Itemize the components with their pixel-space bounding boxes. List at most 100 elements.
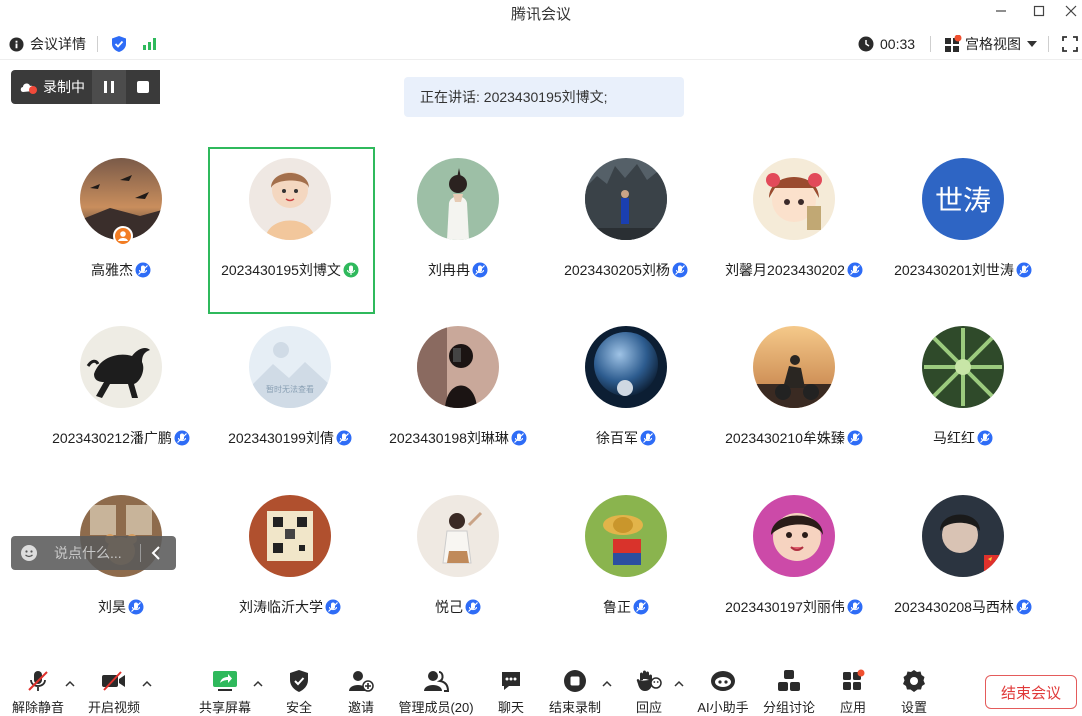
participant-tile[interactable]: 鲁正 — [542, 485, 710, 653]
react-button[interactable]: 回应 — [614, 668, 684, 716]
mic-muted-icon — [847, 430, 863, 446]
clock-icon — [858, 36, 874, 52]
recording-indicator: 录制中 — [11, 70, 161, 104]
participant-tile[interactable]: 2023430197刘丽伟 — [710, 485, 878, 653]
end-meeting-button[interactable]: 结束会议 — [985, 675, 1077, 709]
mic-muted-icon — [633, 599, 649, 615]
participant-name-row: 2023430195刘博文 — [196, 260, 384, 280]
start-video-button[interactable]: 开启视频 — [79, 668, 149, 716]
chat-label: 聊天 — [497, 700, 524, 715]
mic-muted-icon — [472, 262, 488, 278]
share-screen-button[interactable]: 共享屏幕 — [190, 668, 260, 716]
stop-recording-button[interactable] — [126, 70, 161, 104]
recording-options-caret-icon[interactable] — [601, 678, 613, 690]
end-recording-button[interactable]: 结束录制 — [540, 668, 610, 716]
minimize-icon[interactable] — [984, 0, 1018, 22]
participant-tile[interactable]: 刘冉冉 — [374, 148, 542, 316]
participant-tile[interactable]: 2023430212潘广鹏 — [37, 316, 205, 484]
react-label: 回应 — [635, 700, 662, 715]
participant-tile[interactable]: 刘涛临沂大学 — [206, 485, 374, 653]
view-mode-label: 宫格视图 — [965, 36, 1021, 52]
mic-muted-icon — [847, 599, 863, 615]
participant-tile[interactable]: 2023430195刘博文 — [206, 148, 374, 316]
invite-button[interactable]: 邀请 — [326, 668, 396, 716]
participant-tile[interactable]: 2023430210牟姝臻 — [710, 316, 878, 484]
ai-assistant-label: AI小助手 — [697, 700, 749, 715]
close-icon[interactable] — [1054, 0, 1082, 22]
meeting-info-bar: 会议详情 00:33 宫格视图 — [0, 28, 1082, 60]
timer-text: 00:33 — [880, 36, 916, 52]
participant-tile[interactable]: 马红红 — [879, 316, 1047, 484]
chat-quick-input[interactable]: 说点什么... — [11, 536, 176, 570]
ai-assistant-button[interactable]: AI小助手 — [688, 668, 758, 716]
participant-name-row: 2023430197刘丽伟 — [700, 597, 888, 617]
avatar — [417, 158, 499, 240]
chat-button[interactable]: 聊天 — [476, 668, 546, 716]
fullscreen-icon[interactable] — [1062, 32, 1078, 56]
avatar-placeholder: 暂时无法查看 — [249, 326, 331, 408]
participant-name: 2023430198刘琳琳 — [389, 430, 509, 446]
share-options-caret-icon[interactable] — [252, 678, 264, 690]
meeting-details-label: 会议详情 — [30, 36, 86, 52]
camera-off-icon — [100, 668, 128, 693]
participant-tile[interactable]: 暂时无法查看 2023430199刘倩 — [206, 316, 374, 484]
participant-name-row: 悦己 — [364, 597, 552, 617]
mic-options-caret-icon[interactable] — [64, 678, 76, 690]
manage-members-label: 管理成员(20) — [398, 700, 474, 715]
unmute-button[interactable]: 解除静音 — [3, 668, 73, 716]
meeting-details-button[interactable]: 会议详情 — [9, 32, 86, 56]
members-icon — [422, 668, 450, 693]
avatar — [249, 495, 331, 577]
participant-name: 高雅杰 — [91, 262, 133, 278]
chat-placeholder[interactable]: 说点什么... — [54, 543, 134, 563]
security-button[interactable]: 安全 — [264, 668, 334, 716]
divider — [930, 36, 931, 52]
record-stop-icon — [561, 668, 589, 693]
participant-name-row: 2023430205刘杨 — [532, 260, 720, 280]
participant-tile[interactable]: 悦己 — [374, 485, 542, 653]
avatar — [585, 495, 667, 577]
mic-muted-icon — [465, 599, 481, 615]
apps-button[interactable]: 应用 — [818, 668, 888, 716]
view-mode-dropdown[interactable]: 宫格视图 — [944, 32, 1037, 56]
mic-muted-icon — [174, 430, 190, 446]
grid-view-icon — [944, 35, 962, 53]
participant-name-row: 2023430201刘世涛 — [869, 260, 1057, 280]
participant-name: 悦己 — [435, 599, 463, 615]
maximize-icon[interactable] — [1022, 0, 1056, 22]
speaking-banner: 正在讲话: 2023430195刘博文; — [404, 77, 684, 117]
recording-status: 录制中 — [11, 70, 92, 104]
collapse-chevron-icon[interactable] — [151, 546, 161, 560]
participant-tile[interactable]: 世涛 2023430201刘世涛 — [879, 148, 1047, 316]
mic-muted-icon — [135, 262, 151, 278]
participant-tile[interactable]: 徐百军 — [542, 316, 710, 484]
participant-tile[interactable]: 2023430208马西林 — [879, 485, 1047, 653]
participant-name-row: 刘昊 — [27, 597, 215, 617]
shield-icon — [285, 668, 313, 693]
participant-name: 2023430197刘丽伟 — [725, 599, 845, 615]
pause-recording-button[interactable] — [92, 70, 127, 104]
participant-name: 刘馨月2023430202 — [725, 262, 845, 278]
settings-button[interactable]: 设置 — [879, 668, 949, 716]
window-title: 腾讯会议 — [510, 6, 571, 23]
avatar — [585, 158, 667, 240]
participant-name-row: 2023430208马西林 — [869, 597, 1057, 617]
video-options-caret-icon[interactable] — [141, 678, 153, 690]
security-shield-icon[interactable] — [110, 32, 128, 56]
breakout-icon — [775, 668, 803, 693]
signal-strength-icon[interactable] — [141, 32, 159, 56]
hand-react-icon — [635, 668, 663, 693]
participant-name: 刘涛临沂大学 — [239, 599, 323, 615]
participant-name-row: 刘冉冉 — [364, 260, 552, 280]
react-options-caret-icon[interactable] — [673, 678, 685, 690]
participant-tile[interactable]: 高雅杰 — [37, 148, 205, 316]
participant-tile[interactable]: 2023430205刘杨 — [542, 148, 710, 316]
breakout-rooms-button[interactable]: 分组讨论 — [754, 668, 824, 716]
mic-muted-icon — [325, 599, 341, 615]
participant-tile[interactable]: 刘馨月2023430202 — [710, 148, 878, 316]
pause-icon — [104, 81, 115, 93]
mic-muted-icon — [336, 430, 352, 446]
emoji-icon[interactable] — [20, 544, 38, 562]
participant-tile[interactable]: 2023430198刘琳琳 — [374, 316, 542, 484]
manage-members-button[interactable]: 管理成员(20) — [390, 668, 482, 716]
